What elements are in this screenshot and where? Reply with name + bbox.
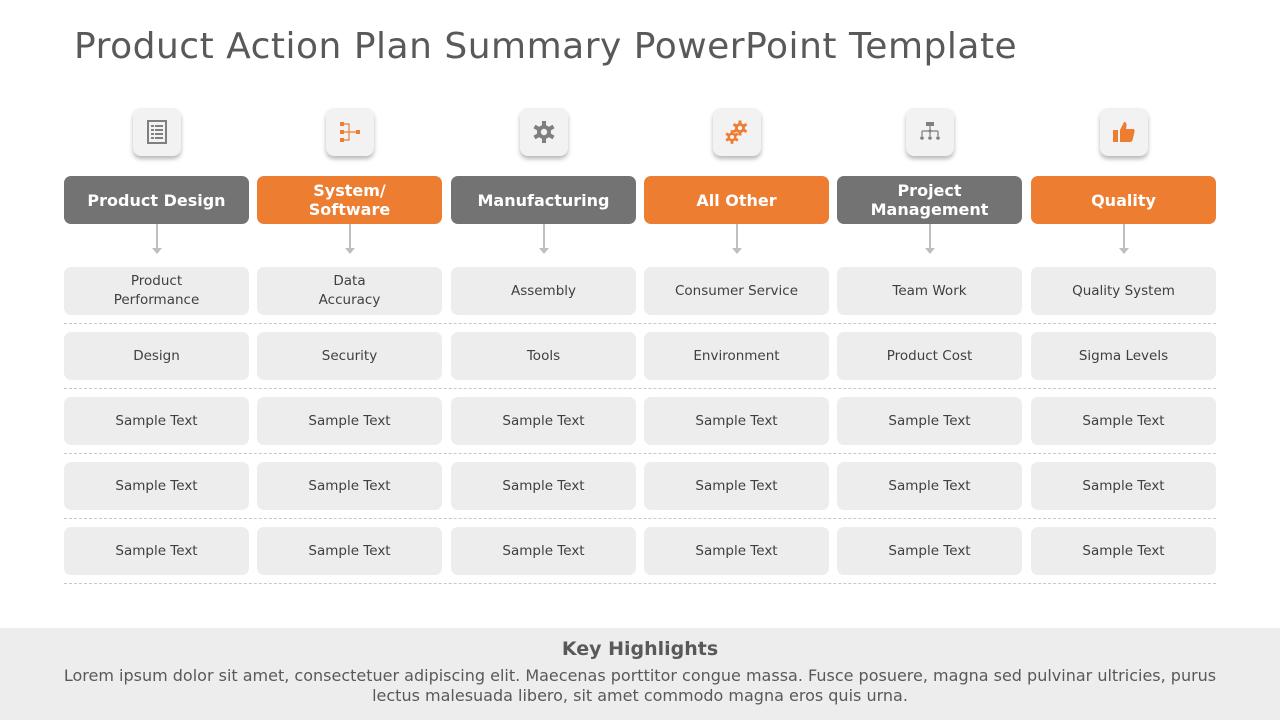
- table-cell: Sample Text: [257, 397, 442, 445]
- down-arrow-icon: [344, 224, 355, 254]
- table-cell: Sigma Levels: [1031, 332, 1216, 380]
- table-cell: Sample Text: [1031, 527, 1216, 575]
- row-divider: [64, 323, 1216, 324]
- gears-icon: [712, 108, 761, 156]
- gear-icon: [519, 108, 568, 156]
- column-header: Project Management: [837, 176, 1022, 224]
- table-cell: Sample Text: [64, 527, 249, 575]
- column-header: System/ Software: [257, 176, 442, 224]
- org-chart-icon: [905, 108, 954, 156]
- table-cell: Tools: [451, 332, 636, 380]
- table-cell: Consumer Service: [644, 267, 829, 315]
- down-arrow-icon: [1118, 224, 1129, 254]
- table-cell: Sample Text: [644, 397, 829, 445]
- column-header: Manufacturing: [451, 176, 636, 224]
- column-header: Product Design: [64, 176, 249, 224]
- table-cell: Sample Text: [837, 397, 1022, 445]
- table-cell: Sample Text: [644, 527, 829, 575]
- column-header: Quality: [1031, 176, 1216, 224]
- column-header: All Other: [644, 176, 829, 224]
- table-cell: Sample Text: [257, 462, 442, 510]
- table-cell: Team Work: [837, 267, 1022, 315]
- table-cell: Sample Text: [837, 462, 1022, 510]
- table-cell: Security: [257, 332, 442, 380]
- row-divider: [64, 388, 1216, 389]
- table-cell: Sample Text: [1031, 397, 1216, 445]
- down-arrow-icon: [924, 224, 935, 254]
- table-cell: Product Cost: [837, 332, 1022, 380]
- checklist-icon: [132, 108, 181, 156]
- table-cell: Data Accuracy: [257, 267, 442, 315]
- table-cell: Environment: [644, 332, 829, 380]
- table-cell: Sample Text: [451, 462, 636, 510]
- down-arrow-icon: [731, 224, 742, 254]
- table-cell: Product Performance: [64, 267, 249, 315]
- table-cell: Assembly: [451, 267, 636, 315]
- table-cell: Sample Text: [64, 462, 249, 510]
- table-cell: Design: [64, 332, 249, 380]
- slide-title: Product Action Plan Summary PowerPoint T…: [74, 26, 1018, 67]
- table-cell: Sample Text: [644, 462, 829, 510]
- key-highlights-heading: Key Highlights: [561, 638, 719, 660]
- thumbs-up-icon: [1099, 108, 1148, 156]
- table-cell: Quality System: [1031, 267, 1216, 315]
- key-highlights-panel: Key Highlights Lorem ipsum dolor sit ame…: [0, 628, 1280, 720]
- table-cell: Sample Text: [257, 527, 442, 575]
- row-divider: [64, 453, 1216, 454]
- table-cell: Sample Text: [1031, 462, 1216, 510]
- hierarchy-flow-icon: [325, 108, 374, 156]
- down-arrow-icon: [538, 224, 549, 254]
- table-cell: Sample Text: [451, 527, 636, 575]
- down-arrow-icon: [151, 224, 162, 254]
- row-divider: [64, 583, 1216, 584]
- table-cell: Sample Text: [837, 527, 1022, 575]
- table-cell: Sample Text: [64, 397, 249, 445]
- key-highlights-text: Lorem ipsum dolor sit amet, consectetuer…: [63, 666, 1217, 705]
- table-cell: Sample Text: [451, 397, 636, 445]
- row-divider: [64, 518, 1216, 519]
